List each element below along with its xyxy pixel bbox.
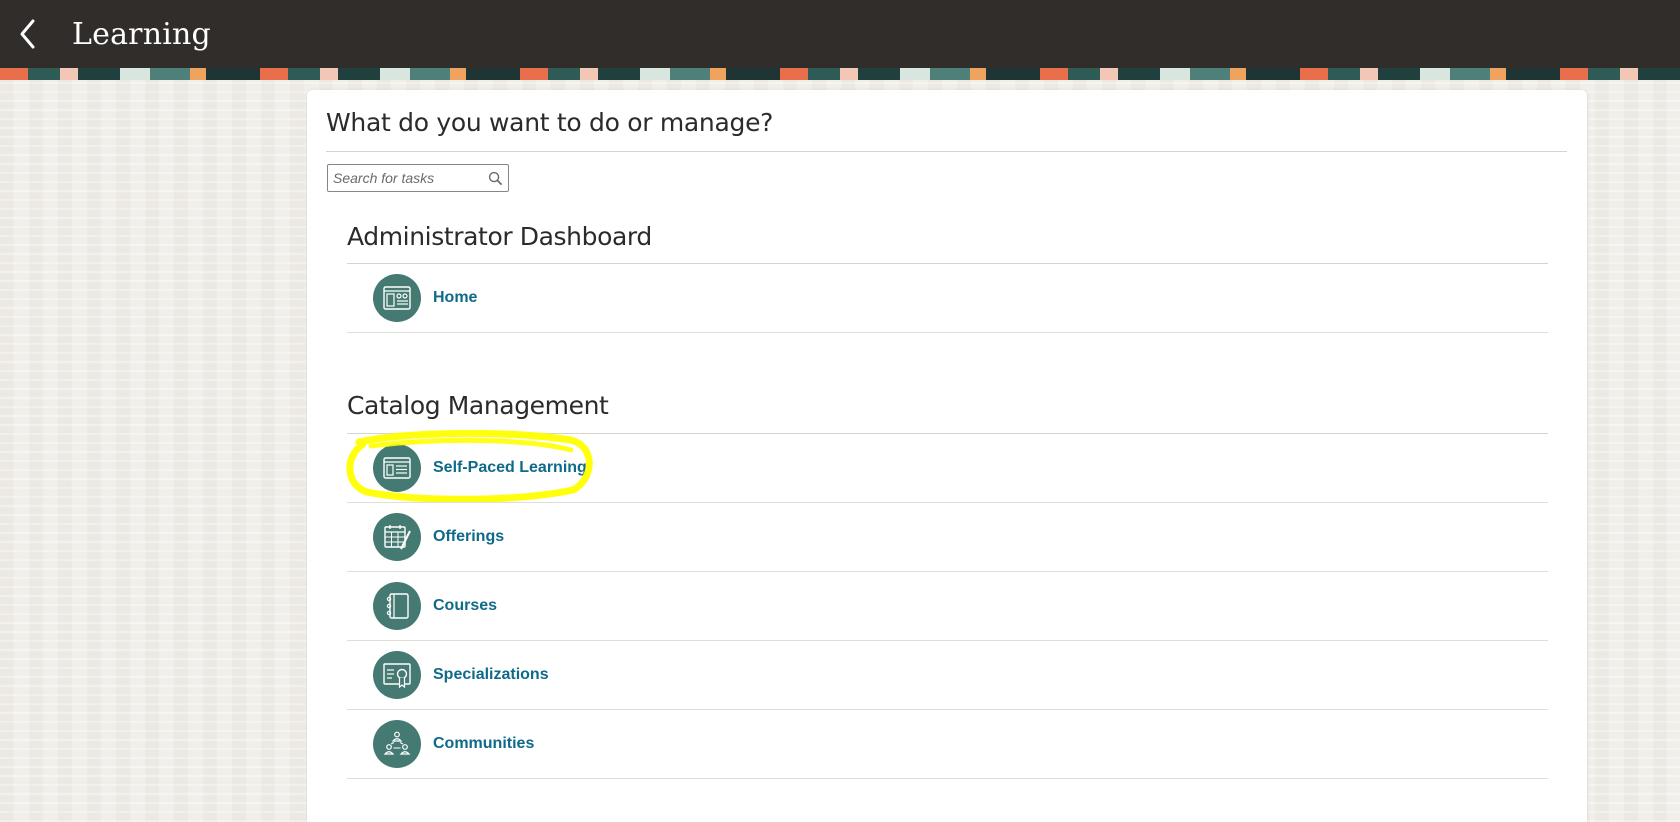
task-courses[interactable]: Courses (347, 572, 1548, 641)
task-label: Offerings (433, 528, 505, 545)
task-label: Communities (433, 735, 535, 752)
chevron-left-icon (20, 19, 35, 49)
dashboard-icon (373, 274, 421, 322)
divider (326, 151, 1567, 152)
document-list-icon (373, 444, 421, 492)
decorative-banner (0, 68, 1680, 80)
task-label: Courses (433, 597, 498, 614)
notebook-icon (373, 582, 421, 630)
people-network-icon (373, 720, 421, 768)
task-self-paced-learning[interactable]: Self-Paced Learning (347, 434, 1548, 503)
page-title: Learning (72, 16, 211, 52)
task-home[interactable]: Home (347, 264, 1548, 333)
task-offerings[interactable]: Offerings (347, 503, 1548, 572)
back-button[interactable] (0, 0, 56, 68)
section-title-administrator-dashboard: Administrator Dashboard (347, 222, 652, 251)
search-input[interactable] (333, 166, 483, 190)
app-header: Learning (0, 0, 1680, 68)
task-communities[interactable]: Communities (347, 710, 1548, 779)
task-specializations[interactable]: Specializations (347, 641, 1548, 710)
task-search (327, 164, 509, 192)
calendar-edit-icon (373, 513, 421, 561)
section-title-catalog-management: Catalog Management (347, 391, 609, 420)
tasks-panel: What do you want to do or manage? Admini… (307, 90, 1587, 822)
search-icon[interactable] (488, 171, 503, 186)
certificate-icon (373, 651, 421, 699)
task-label: Home (433, 289, 478, 306)
task-label: Specializations (433, 666, 549, 683)
task-label: Self-Paced Learning (433, 459, 587, 476)
panel-heading: What do you want to do or manage? (326, 108, 774, 137)
